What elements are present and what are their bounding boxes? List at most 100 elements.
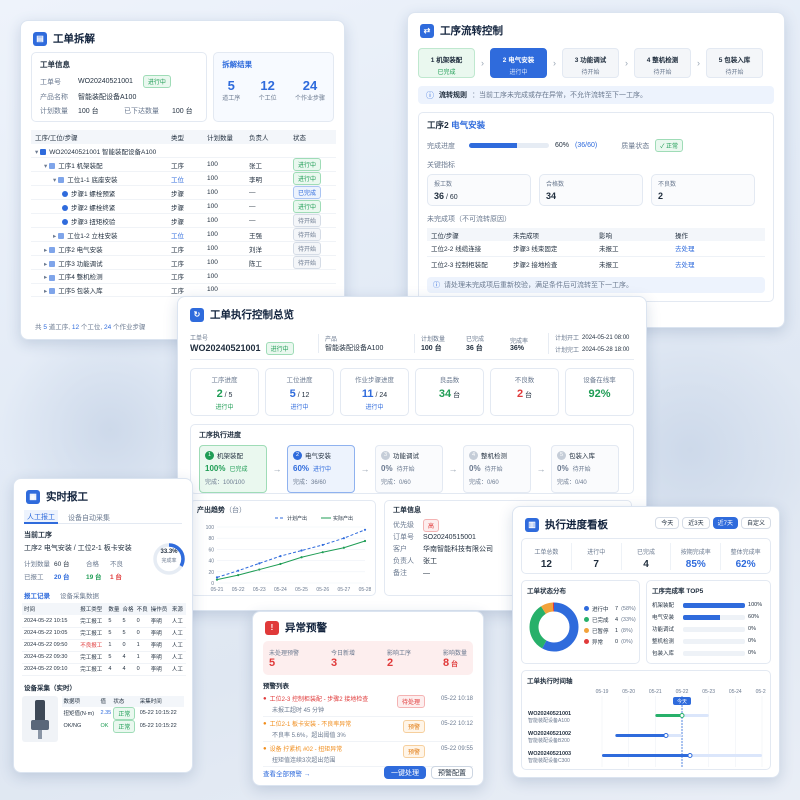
alert-title: 工位2-3 控制柜装配 - 步骤2 接地检查 <box>269 697 369 703</box>
flow-step-5[interactable]: 5 包装入库待开始 <box>706 48 763 78</box>
node-name: 工序3 功能调试 <box>58 260 103 268</box>
expand-toggle-icon[interactable]: ▾ <box>53 177 56 184</box>
handle-link[interactable]: 去处理 <box>675 256 765 271</box>
alert-item[interactable]: ● 设备 拧紧机 #02 - 扭矩异常 扭矩值连续3次超出范围 预警 05-22 09:… <box>263 742 473 767</box>
table-row[interactable]: 步骤3 扭矩校验 步骤 100 — 待开始 <box>31 214 336 228</box>
cell-type: 不良报工 <box>80 643 103 649</box>
table-row[interactable]: ▾ 工序1 机架装配 工序 100 张工 进行中 <box>31 158 336 172</box>
top5-row: 整机检测 0% <box>652 635 765 647</box>
field-value: SO20240515001 <box>423 533 476 541</box>
section-title: 工序执行进度 <box>199 432 241 439</box>
kpi-tile: 不良数 2 <box>651 174 755 206</box>
column-header: 影响 <box>599 232 612 240</box>
legend-item: 异常 0 (0%) <box>584 636 636 647</box>
expand-toggle-icon[interactable]: ▾ <box>44 163 47 170</box>
gantt-date: 05-21 <box>649 689 662 695</box>
info-icon: ⓘ <box>433 282 440 289</box>
table-row[interactable]: ▸ 工序4 整机检测 工序 100 <box>31 270 336 283</box>
expand-toggle-icon[interactable]: ▸ <box>44 288 47 295</box>
flow-step-3[interactable]: 3 功能调试 待开始 <box>562 48 619 78</box>
table-row[interactable]: ▸ 工序3 功能调试 工序 100 陈工 待开始 <box>31 256 336 270</box>
process-card-4[interactable]: 4 整机检测 0% 待开始 完成：0/60 <box>463 445 531 493</box>
node-qty: 100 <box>207 272 218 280</box>
legend-swatch <box>584 606 589 611</box>
node-icon <box>49 274 56 281</box>
process-card-1[interactable]: 1 机架装配 100% 已完成 完成：100/100 <box>199 445 267 493</box>
work-order-info-panel: 工单信息 工单号 WO20240521001 进行中 产品名称 智能装配设备A100 … <box>31 52 208 122</box>
process-done: 完成：36/60 <box>293 480 327 486</box>
overview-stats: 工序进度 2 / 5 进行中 工位进度 5 / 12 进行中 作业步骤进度 11 / 24 进行… <box>190 368 634 416</box>
range-option[interactable]: 自定义 <box>740 516 771 529</box>
arrow-right-icon: → <box>272 464 282 474</box>
alert-config-button[interactable]: 预警配置 <box>431 766 473 779</box>
range-option[interactable]: 近7天 <box>712 516 738 529</box>
step-name: 包装入库 <box>724 57 751 64</box>
status-badge: 待开始 <box>293 228 322 241</box>
stat-unit: 台 <box>451 392 461 399</box>
alert-item[interactable]: ● 工位2-1 板卡安装 - 不良率异常 不良率 5.6%，超出阈值 3% 预警 05-… <box>263 717 473 742</box>
gantt-done-bar <box>602 754 690 757</box>
node-owner <box>249 283 293 297</box>
legend-pct: (58%) <box>621 605 636 612</box>
field-value: 张工 <box>423 558 437 565</box>
alert-badge: 待处理 <box>396 695 425 708</box>
handle-link[interactable]: 去处理 <box>675 241 765 256</box>
expand-toggle-icon[interactable]: ▾ <box>35 149 38 156</box>
arrow-right-icon: › <box>697 58 700 68</box>
status-badge: 正常 <box>113 706 136 720</box>
range-option[interactable]: 近3天 <box>682 516 710 529</box>
rule-text: ：当前工序未完成或存在异常，不允许流转至下一工序。 <box>472 92 647 99</box>
cell-operator: 李明 <box>150 618 162 625</box>
field-label: 客户 <box>393 546 407 553</box>
one-click-handle-button[interactable]: 一键处理 <box>384 766 426 779</box>
tab-device-data[interactable]: 设备采集数据 <box>60 590 99 600</box>
node-name: 工序1 机架装配 <box>58 162 103 170</box>
table-row[interactable]: ▾ 工位1-1 底座安装 工位 100 李明 进行中 <box>31 172 336 186</box>
alert-item[interactable]: ● 工位2-3 控制柜装配 - 步骤2 接地检查 未报工超时 45 分钟 待处理 05-… <box>263 692 473 717</box>
alert-icon: ● <box>263 720 267 727</box>
card-title: 工单执行控制总览 <box>210 309 294 321</box>
expand-toggle-icon[interactable]: ▸ <box>44 261 47 268</box>
node-icon <box>58 232 65 239</box>
process-card-3[interactable]: 3 功能调试 0% 待开始 完成：0/60 <box>375 445 443 493</box>
overview-stat-tile: 作业步骤进度 11 / 24 进行中 <box>340 368 409 416</box>
table-row[interactable]: ▸ 工序2 电气安装 工序 100 刘洋 待开始 <box>31 242 336 256</box>
table-row[interactable]: 步骤2 螺栓终紧 步骤 100 — 进行中 <box>31 200 336 214</box>
warning-icon: ! <box>265 620 279 635</box>
tab-auto-collect[interactable]: 设备自动采集 <box>68 511 110 523</box>
status-legend: 进行中 7 (58%) 已完成 4 (33%) 已暂停 1 (8%) 异常 0 (0%) <box>584 603 636 647</box>
tab-manual-report[interactable]: 人工报工 <box>24 509 58 524</box>
expand-toggle-icon[interactable]: ▸ <box>44 274 47 281</box>
node-icon <box>49 260 56 267</box>
view-all-alerts-link[interactable]: 查看全部预警 → <box>263 768 310 778</box>
card-header: ▤ 工单拆解 <box>21 21 344 52</box>
column-header: 来源 <box>171 607 183 613</box>
process-number: 5 <box>557 450 566 460</box>
process-card-2[interactable]: 2 电气安装 60% 进行中 完成：36/60 <box>287 445 355 493</box>
flow-step-4[interactable]: 4 整机检测 待开始 <box>634 48 691 78</box>
node-name: 工位1-1 底座安装 <box>67 176 118 184</box>
step-number: 5 <box>718 57 723 64</box>
range-option[interactable]: 今天 <box>655 516 680 529</box>
flow-step-2[interactable]: 2 电气安装 进行中 <box>490 48 547 78</box>
data-point <box>300 556 303 559</box>
process-status: 待开始 <box>396 467 415 473</box>
process-card-5[interactable]: 5 包装入库 0% 待开始 完成：0/40 <box>551 445 619 493</box>
expand-toggle-icon[interactable]: ▸ <box>53 233 56 240</box>
data-point <box>300 549 303 552</box>
table-row[interactable]: 步骤1 螺栓预紧 步骤 100 — 已完成 <box>31 186 336 200</box>
table-row[interactable]: ▸ 工序5 包装入库 工序 100 <box>31 283 336 297</box>
status-badge: 待开始 <box>293 214 322 227</box>
step-status: 待开始 <box>725 70 744 76</box>
table-row[interactable]: ▸ 工位1-2 立柱安装 工位 100 王强 待开始 <box>31 228 336 242</box>
stat-label: 良品数 <box>439 377 460 384</box>
data-point <box>215 578 219 581</box>
flow-step-1[interactable]: 1 机架装配 已完成 <box>418 48 475 78</box>
table-row[interactable]: ▾ WO20240521001 智能装配设备A100 <box>31 144 336 158</box>
node-qty <box>207 144 249 158</box>
tab-report-records[interactable]: 报工记录 <box>24 590 50 600</box>
expand-toggle-icon[interactable]: ▸ <box>44 247 47 254</box>
gantt-panel: 工单执行时间轴 05-19 05-20 05-21 05-22 05-23 05-24 05… <box>521 670 771 770</box>
board-stat: 整体完成率 62% <box>720 542 770 570</box>
y-tick-label: 40 <box>208 559 214 565</box>
